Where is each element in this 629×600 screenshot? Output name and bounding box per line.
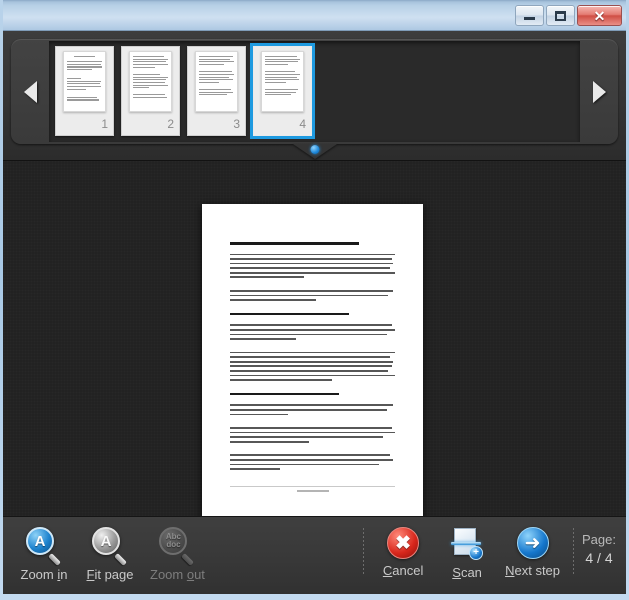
- scan-label: Scan: [452, 565, 482, 580]
- zoom-in-label: Zoom in: [20, 567, 68, 582]
- cancel-button[interactable]: ✖ Cancel: [372, 525, 434, 580]
- thumbnail-list[interactable]: 1 2 3 4: [49, 41, 580, 142]
- toolbar-divider: [363, 528, 365, 574]
- cancel-label: Cancel: [382, 563, 424, 578]
- thumbnail-number: 2: [167, 116, 174, 131]
- selection-dot-icon: [310, 145, 319, 154]
- page-counter-label: Page:: [582, 532, 616, 547]
- document-page: [202, 204, 423, 520]
- page-preview-area[interactable]: [3, 161, 626, 546]
- cancel-icon: ✖: [387, 527, 420, 559]
- thumbnail-item-2[interactable]: 2: [121, 46, 180, 136]
- chevron-left-icon: [23, 80, 37, 103]
- fit-page-glyph: A: [92, 527, 120, 555]
- cancel-glyph: ✖: [395, 532, 412, 554]
- zoom-in-glyph: A: [26, 527, 54, 555]
- minimize-button[interactable]: [515, 5, 544, 26]
- title-bar: ✕: [3, 0, 626, 31]
- thumbnail-number: 1: [101, 116, 108, 131]
- titlebar-edge: [3, 0, 626, 2]
- scan-plus-glyph: +: [469, 546, 484, 560]
- zoom-out-button[interactable]: Abc doc Zoom out: [145, 525, 210, 584]
- application-window: ✕ 1 2 3 4 A Zoom in A Fit page Abc doc Z…: [0, 0, 629, 600]
- close-button[interactable]: ✕: [577, 5, 622, 26]
- next-step-glyph: ➜: [524, 532, 541, 554]
- window-controls: ✕: [515, 5, 622, 26]
- page-counter: Page: 4 / 4: [582, 525, 616, 566]
- toolbar-divider: [573, 528, 575, 574]
- scan-button[interactable]: + Scan: [436, 525, 498, 582]
- zoom-controls-group: A Zoom in A Fit page Abc doc Zoom out: [13, 525, 210, 584]
- next-step-button[interactable]: ➜ Next step: [500, 525, 565, 580]
- maximize-button[interactable]: [546, 5, 575, 26]
- thumbnail-number: 4: [299, 116, 306, 131]
- chevron-right-icon: [592, 80, 606, 103]
- page-footer-text: [296, 490, 329, 492]
- maximize-icon: [555, 10, 566, 21]
- thumbnail-number: 3: [233, 116, 240, 131]
- selection-indicator: [3, 144, 626, 161]
- next-page-button[interactable]: [580, 39, 618, 144]
- close-icon: ✕: [593, 7, 606, 24]
- previous-page-button[interactable]: [11, 39, 49, 144]
- magnifier-plus-icon: A: [26, 527, 62, 566]
- bottom-toolbar: A Zoom in A Fit page Abc doc Zoom out ✖ …: [3, 516, 626, 594]
- zoom-out-label: Zoom out: [150, 567, 205, 582]
- thumbnail-preview: [261, 51, 304, 112]
- thumbnail-preview: [63, 51, 106, 112]
- zoom-in-button[interactable]: A Zoom in: [13, 525, 75, 584]
- thumbnail-item-4[interactable]: 4: [250, 43, 315, 139]
- magnifier-fit-icon: A: [92, 527, 128, 566]
- thumbnail-preview: [195, 51, 238, 112]
- main-body: 1 2 3 4 A Zoom in A Fit page Abc doc Zoo…: [3, 31, 626, 594]
- magnifier-minus-icon: Abc doc: [159, 527, 195, 566]
- scanner-add-icon: +: [450, 527, 484, 561]
- action-controls-group: ✖ Cancel + Scan ➜ Next step Page: 4 / 4: [357, 525, 616, 582]
- arrow-right-icon: ➜: [516, 527, 549, 559]
- fit-page-button[interactable]: A Fit page: [79, 525, 141, 584]
- fit-page-label: Fit page: [86, 567, 134, 582]
- thumbnail-item-3[interactable]: 3: [187, 46, 246, 136]
- zoom-out-glyph: Abc doc: [159, 527, 188, 555]
- thumbnail-preview: [129, 51, 172, 112]
- thumbnail-strip-panel: 1 2 3 4: [3, 31, 626, 161]
- minimize-icon: [524, 17, 535, 20]
- next-step-label: Next step: [505, 563, 561, 578]
- thumbnail-item-1[interactable]: 1: [55, 46, 114, 136]
- page-counter-value: 4 / 4: [585, 550, 613, 566]
- page-footer: [230, 486, 395, 492]
